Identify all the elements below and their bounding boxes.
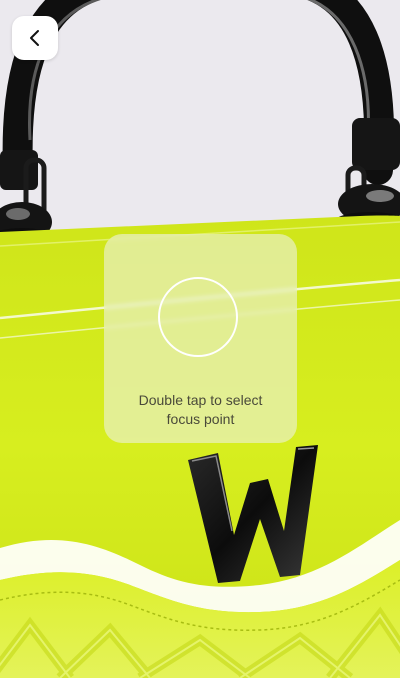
camera-viewfinder[interactable]: Double tap to select focus point bbox=[0, 0, 400, 678]
chevron-left-icon bbox=[30, 30, 39, 46]
focus-ring-icon bbox=[158, 277, 238, 357]
focus-hint-panel: Double tap to select focus point bbox=[104, 234, 297, 443]
focus-hint-text: Double tap to select focus point bbox=[138, 392, 263, 427]
back-button[interactable] bbox=[12, 16, 58, 60]
